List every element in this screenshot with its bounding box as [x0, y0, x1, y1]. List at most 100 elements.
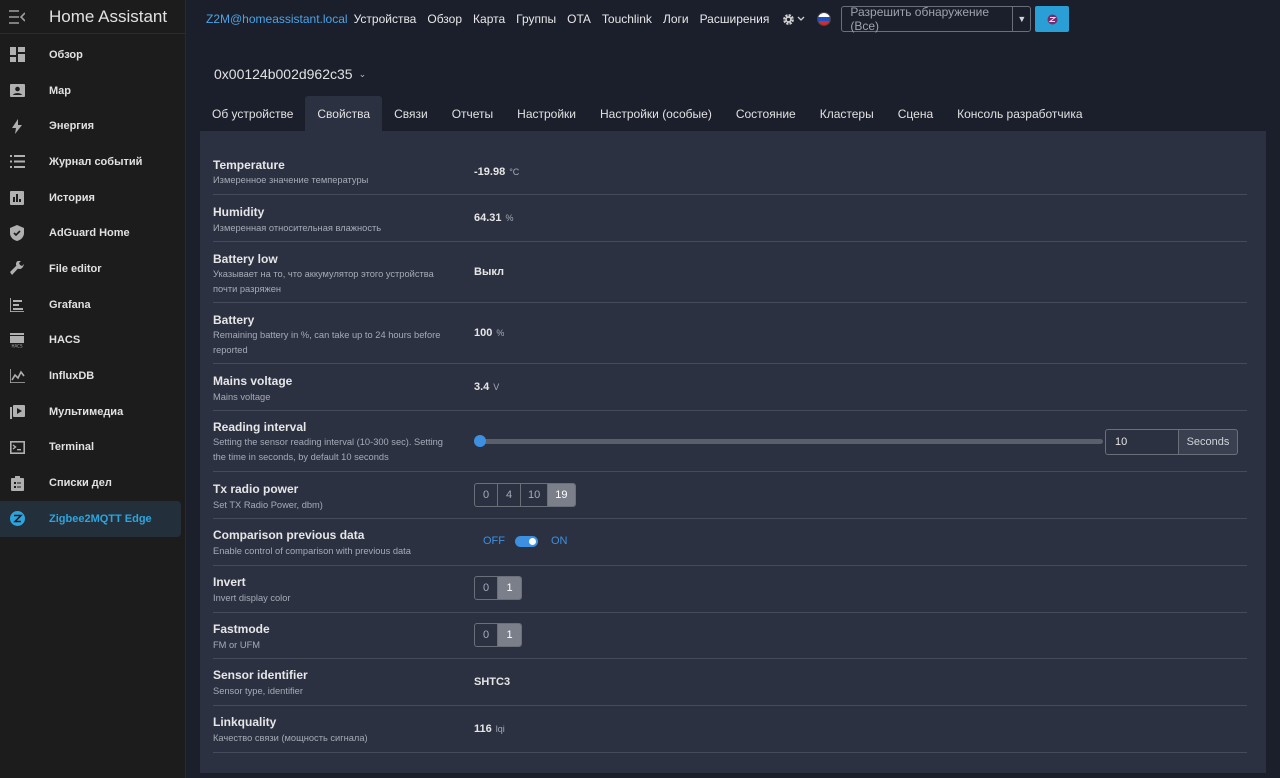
- permit-join-select[interactable]: Разрешить обнаружение (Все) ▼: [841, 5, 1032, 33]
- nav-touchlink[interactable]: Touchlink: [602, 12, 652, 26]
- sidebar-item-zigbee2mqtt[interactable]: Zigbee2MQTT Edge: [0, 500, 181, 537]
- tx-power-option-4[interactable]: 4: [498, 484, 521, 506]
- nav-extensions[interactable]: Расширения: [700, 12, 770, 26]
- nav-groups[interactable]: Группы: [516, 12, 556, 26]
- sidebar-item-label: Обзор: [49, 48, 83, 61]
- sidebar-item-map[interactable]: Map: [0, 73, 181, 109]
- sidebar-item-grafana[interactable]: Grafana: [0, 287, 181, 323]
- property-description: Измеренное значение температуры: [213, 175, 369, 185]
- reading-interval-input[interactable]: 10: [1105, 429, 1179, 455]
- sidebar-item-label: HACS: [49, 334, 81, 347]
- battery-value: 100: [474, 327, 493, 339]
- property-row-fastmode: Fastmode FM or UFM 0 1: [213, 613, 1247, 659]
- property-row-comparison: Comparison previous data Enable control …: [213, 519, 1247, 566]
- sidebar-item-hacs[interactable]: HACS HACS: [0, 323, 181, 359]
- property-description: Enable control of comparison with previo…: [213, 546, 411, 556]
- invert-option-1[interactable]: 1: [498, 577, 521, 599]
- invert-option-0[interactable]: 0: [475, 577, 498, 599]
- tab-state[interactable]: Состояние: [724, 96, 808, 131]
- sidebar: Home Assistant Обзор Map Энергия Журнал …: [0, 0, 186, 778]
- hacs-icon: HACS: [8, 331, 26, 349]
- property-row-tx-power: Tx radio power Set TX Radio Power, dbm) …: [213, 472, 1247, 519]
- nav-dashboard[interactable]: Обзор: [427, 12, 462, 26]
- wrench-icon: [8, 260, 26, 278]
- shield-icon: [8, 224, 26, 242]
- map-icon: [8, 82, 26, 100]
- toggle-off-label[interactable]: OFF: [483, 535, 505, 547]
- property-value: Выкл: [474, 266, 504, 278]
- tab-settings-specific[interactable]: Настройки (особые): [588, 96, 724, 131]
- tab-reporting[interactable]: Отчеты: [440, 96, 505, 131]
- device-selector[interactable]: 0x00124b002d962c35 ⌄: [214, 66, 366, 82]
- property-value: 116 lqi: [474, 723, 505, 735]
- property-description: Mains voltage: [213, 392, 271, 402]
- property-row-battery-low: Battery low Указывает на то, что аккумул…: [213, 242, 1247, 303]
- nav-devices[interactable]: Устройства: [354, 12, 417, 26]
- tab-dev-console[interactable]: Консоль разработчика: [945, 96, 1094, 131]
- sidebar-item-energy[interactable]: Энергия: [0, 108, 181, 144]
- sidebar-item-adguard[interactable]: AdGuard Home: [0, 215, 181, 251]
- sidebar-item-label: File editor: [49, 262, 102, 275]
- sidebar-item-overview[interactable]: Обзор: [0, 37, 181, 73]
- tx-power-option-0[interactable]: 0: [475, 484, 498, 506]
- fastmode-button-group: 0 1: [474, 623, 522, 647]
- lightning-icon: [8, 117, 26, 135]
- property-description: Качество связи (мощность сигнала): [213, 733, 368, 743]
- sidebar-item-label: История: [49, 191, 95, 204]
- reading-interval-slider-handle[interactable]: [474, 435, 486, 447]
- comparison-toggle-switch[interactable]: [515, 535, 538, 547]
- nav-logs[interactable]: Логи: [663, 12, 689, 26]
- sidebar-item-history[interactable]: История: [0, 180, 181, 216]
- top-navbar: Z2M@homeassistant.local Устройства Обзор…: [186, 0, 1280, 38]
- property-name: Reading interval: [213, 420, 307, 434]
- menu-toggle-button[interactable]: [0, 0, 34, 34]
- sidebar-item-terminal[interactable]: Terminal: [0, 430, 181, 466]
- reading-interval-unit: Seconds: [1179, 429, 1238, 455]
- humidity-value: 64.31: [474, 212, 502, 224]
- property-description: Remaining battery in %, can take up to 2…: [213, 330, 441, 355]
- nav-ota[interactable]: OTA: [567, 12, 591, 26]
- mains-voltage-value: 3.4: [474, 381, 490, 393]
- tab-about[interactable]: Об устройстве: [200, 96, 305, 131]
- fastmode-option-0[interactable]: 0: [475, 624, 498, 646]
- linkquality-unit: lqi: [495, 724, 505, 734]
- property-description: FM or UFM: [213, 640, 260, 650]
- toggle-on-label[interactable]: ON: [551, 535, 568, 547]
- tab-bind[interactable]: Связи: [382, 96, 440, 131]
- main-content: Z2M@homeassistant.local Устройства Обзор…: [186, 0, 1280, 778]
- permit-join-button[interactable]: [1035, 6, 1070, 32]
- settings-dropdown[interactable]: [782, 13, 805, 26]
- sidebar-item-label: Списки дел: [49, 477, 112, 490]
- sidebar-item-file-editor[interactable]: File editor: [0, 251, 181, 287]
- tab-scene[interactable]: Сцена: [886, 96, 945, 131]
- property-row-humidity: Humidity Измеренная относительная влажно…: [213, 195, 1247, 242]
- tab-clusters[interactable]: Кластеры: [808, 96, 886, 131]
- tx-power-option-10[interactable]: 10: [521, 484, 549, 506]
- property-name: Humidity: [213, 205, 265, 219]
- property-value: 100%: [474, 327, 504, 339]
- permit-join-select-value: Разрешить обнаружение (Все): [850, 5, 990, 33]
- z2m-host-link[interactable]: Z2M@homeassistant.local: [206, 12, 348, 26]
- sidebar-item-label: Map: [49, 84, 71, 97]
- property-row-sensor-identifier: Sensor identifier Sensor type, identifie…: [213, 659, 1247, 706]
- property-value: -19.98 °C: [474, 166, 519, 178]
- gear-icon: [783, 13, 795, 25]
- tab-exposes[interactable]: Свойства: [305, 96, 383, 131]
- tx-power-option-19[interactable]: 19: [548, 484, 575, 506]
- sidebar-item-logbook[interactable]: Журнал событий: [0, 144, 181, 180]
- property-row-mains-voltage: Mains voltage Mains voltage 3.4 V: [213, 364, 1247, 411]
- tab-settings[interactable]: Настройки: [505, 96, 588, 131]
- sidebar-item-label: Энергия: [49, 120, 95, 133]
- sidebar-item-media[interactable]: Мультимедиа: [0, 394, 181, 430]
- property-row-linkquality: Linkquality Качество связи (мощность сиг…: [213, 706, 1247, 753]
- chevron-down-icon: [797, 16, 805, 21]
- reading-interval-slider-track[interactable]: [474, 439, 1103, 444]
- dashboard-icon: [8, 46, 26, 64]
- property-row-invert: Invert Invert display color 0 1: [213, 566, 1247, 613]
- nav-map[interactable]: Карта: [473, 12, 505, 26]
- temperature-value: -19.98: [474, 166, 506, 178]
- language-flag-icon[interactable]: [817, 12, 832, 26]
- fastmode-option-1[interactable]: 1: [498, 624, 521, 646]
- sidebar-item-todo[interactable]: Списки дел: [0, 465, 181, 501]
- sidebar-item-influxdb[interactable]: InfluxDB: [0, 358, 181, 394]
